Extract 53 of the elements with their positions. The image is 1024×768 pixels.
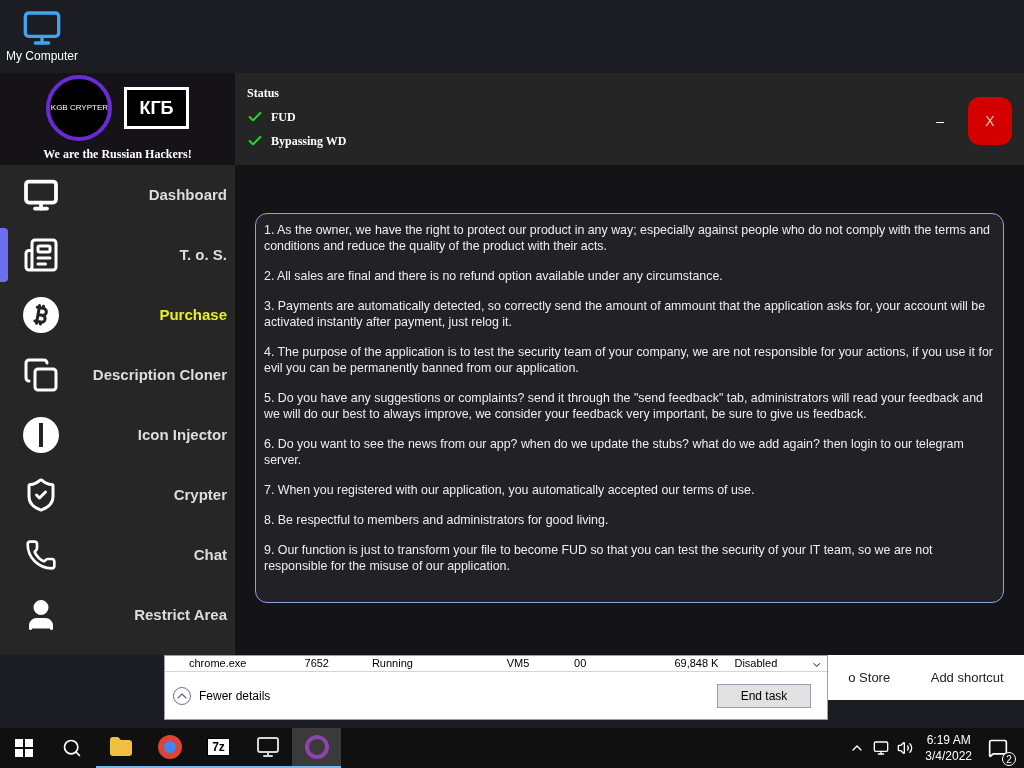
terms-paragraph: 7. When you registered with our application, you automatically accepted our terms of use. <box>264 482 756 498</box>
volume-icon[interactable] <box>897 740 914 756</box>
table-cell-text: 7652 <box>304 656 330 671</box>
sidebar-item[interactable]: Chat <box>0 525 235 585</box>
close-button[interactable]: X <box>968 97 1012 145</box>
sidebar-item[interactable]: Crypter <box>0 465 235 525</box>
table-cell-text: chrome.exe <box>189 656 248 671</box>
sidebar-item[interactable]: Icon Injector <box>0 405 235 465</box>
table-cell-text: 00 <box>574 656 588 671</box>
terms-paragraph: 3. Payments are automatically detected, so correctly send the amount of ammount that the application asks for, your account will be activated instantly after payment, just relog it. <box>264 298 987 330</box>
clock-time[interactable]: 6:19 AM <box>926 732 971 748</box>
end-task-button[interactable]: End task <box>717 683 811 708</box>
newspaper-icon <box>23 237 59 273</box>
minimize-button[interactable]: – <box>936 111 944 131</box>
terms-paragraph: 9. Our function is just to transform your file to become FUD so that you can test the security of your IT team, so we are not responsible for the misuse of our application. <box>264 542 934 574</box>
monitor-icon <box>23 177 59 213</box>
status-label: Bypassing WD <box>271 133 347 149</box>
logo-badge: KGB CRYPTER <box>46 75 113 141</box>
sidebar-item[interactable]: Purchase <box>0 285 235 345</box>
window-text: Add shortcut <box>930 668 1004 687</box>
bitcoin-icon <box>23 297 59 333</box>
sidebar-item[interactable]: Dashboard <box>0 165 235 225</box>
sidebar-item[interactable]: Restrict Area <box>0 585 235 645</box>
fewer-details-link[interactable]: Fewer details <box>199 687 271 704</box>
table-cell-text: 69,848 K <box>673 656 719 671</box>
desktop-icon-label: My Computer <box>6 48 78 64</box>
status-title: Status <box>247 85 280 101</box>
table-cell-text: VM5 <box>506 656 531 671</box>
slogan: We are the Russian Hackers! <box>43 146 192 163</box>
table-cell-text: Running <box>371 656 414 671</box>
archiver-icon[interactable]: 7z <box>207 738 230 756</box>
phone-icon <box>25 539 57 571</box>
terms-paragraph: 8. Be respectful to members and administrators for good living. <box>264 512 610 528</box>
search-icon[interactable] <box>62 738 82 758</box>
terms-paragraph: 1. As the owner, we have the right to protect our product in any way; especially against people who do not comply with the terms and conditions and reduce the quality of the product with their acts. <box>264 222 991 254</box>
terms-paragraph: 5. Do you have any suggestions or complaints? send it through the "send feedback" tab, administrators will read your feedback and we will do our best to always improve, we consider your feedback very important, be sure to give us feedback. <box>264 390 984 422</box>
table-cell-text: Disabled <box>734 656 779 671</box>
logo: КГБ <box>124 87 189 129</box>
terms-paragraph: 4. The purpose of the application is to test the security team of your company, we are not responsible for your actions, if you use it for evil you can be permanently banned from our application. <box>264 344 994 376</box>
terms-paragraph: 6. Do you want to see the news from our app? when do we update the stubs? what do we add again? then login to our telegram server. <box>264 436 965 468</box>
notification-count: 2 <box>1002 752 1016 766</box>
folder-icon[interactable] <box>108 735 133 759</box>
monitor-icon[interactable] <box>255 735 280 759</box>
cursor-icon <box>23 417 59 453</box>
copy-icon <box>23 357 59 393</box>
sidebar-item[interactable]: Description Cloner <box>0 345 235 405</box>
sidebar-item[interactable]: T. o. S. <box>0 225 235 285</box>
window-text: o Store <box>848 668 891 687</box>
notifications-icon[interactable] <box>988 738 1008 758</box>
computer-icon[interactable] <box>22 8 62 48</box>
clock-date[interactable]: 3/4/2022 <box>925 748 972 764</box>
status-label: FUD <box>271 109 296 125</box>
terms-paragraph: 2. All sales are final and there is no refund option available under any circumstance. <box>264 268 724 284</box>
